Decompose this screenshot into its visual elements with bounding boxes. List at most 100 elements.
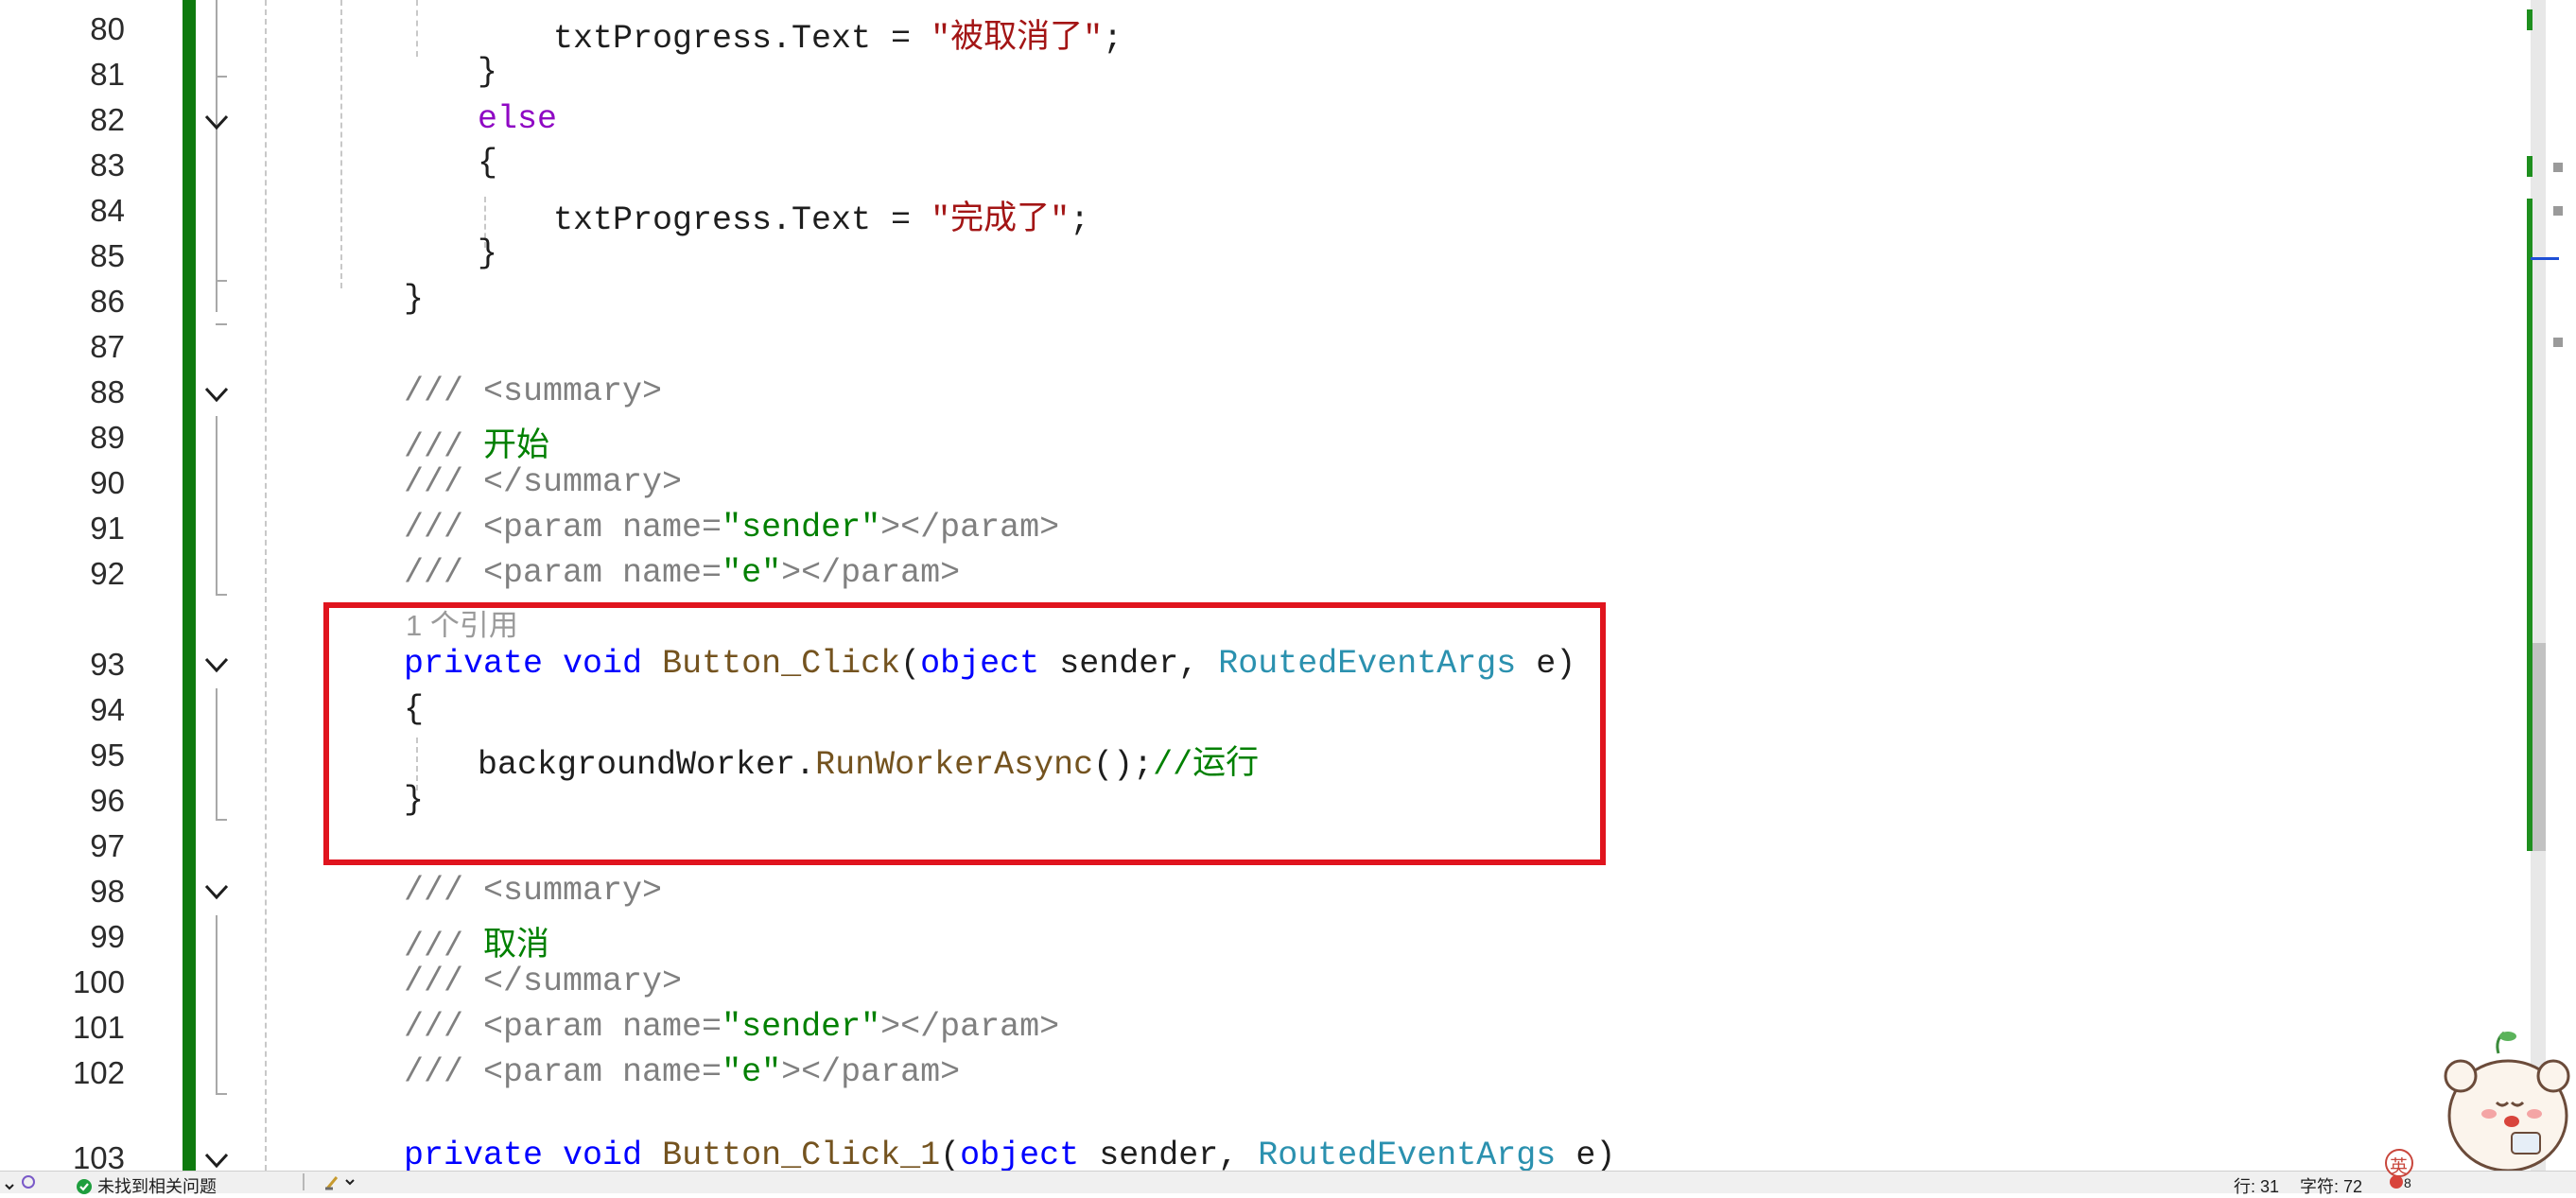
doc-comment-slashes: /// [404, 1008, 484, 1046]
overview-marker [2553, 163, 2563, 172]
overview-change-mark [2527, 9, 2532, 30]
fold-tick [216, 280, 227, 282]
code-line-86: } [404, 280, 425, 318]
fold-rail [216, 0, 218, 312]
code-line-80: txtProgress.Text = "被取消了"; [553, 9, 1123, 58]
doc-comment-slashes: /// [404, 963, 484, 1000]
code-line-91: /// <param name="sender"></param> [404, 509, 1059, 547]
overview-change-mark [2527, 156, 2532, 177]
line-number: 99 [90, 919, 125, 954]
xml-tag: <param name= [483, 1053, 722, 1091]
vertical-scrollbar[interactable] [2531, 0, 2546, 1171]
cursor-char[interactable]: 字符: 72 [2300, 1173, 2362, 1198]
xml-tag: <summary> [483, 872, 663, 910]
doc-comment-text: 取消 [483, 928, 550, 965]
line-number: 95 [90, 738, 125, 773]
code-punct: ; [1070, 201, 1090, 239]
param: sender, [1099, 1137, 1259, 1171]
line-number: 84 [90, 193, 125, 228]
fold-chevron-down-icon[interactable] [200, 109, 233, 137]
overview-caret-mark [2531, 257, 2559, 260]
line-number: 82 [90, 102, 125, 137]
change-indicator-bar [183, 0, 196, 1171]
code-line-89: /// 开始 [404, 418, 549, 466]
code-line-84: txtProgress.Text = "完成了"; [553, 191, 1089, 239]
mascot-sticker-image [2444, 1031, 2570, 1171]
code-line-103: private void Button_Click_1(object sende… [404, 1137, 1615, 1171]
doc-comment-slashes: /// [404, 428, 484, 466]
line-number: 89 [90, 420, 125, 455]
string-literal: "被取消了" [931, 20, 1104, 58]
code-text: txtProgress.Text = [553, 20, 931, 58]
overview-marker [2553, 338, 2563, 347]
cursor-line[interactable]: 行: 31 [2234, 1173, 2279, 1198]
code-line-88: /// <summary> [404, 373, 662, 410]
code-line-83: { [478, 144, 498, 182]
line-number: 80 [90, 11, 125, 46]
code-line-81: } [478, 53, 498, 91]
param: e) [1575, 1137, 1616, 1171]
line-number: 92 [90, 556, 125, 591]
xml-tag: ></param> [880, 509, 1060, 547]
type-name: RoutedEventArgs [1258, 1137, 1557, 1171]
keyword: private [404, 1137, 544, 1171]
status-bar: 未找到相关问题 行: 31 字符: 72 英 8 [0, 1149, 2576, 1196]
xml-tag: <summary> [483, 373, 663, 410]
line-number: 83 [90, 148, 125, 182]
method-name: Button_Click_1 [662, 1137, 941, 1171]
issues-indicator[interactable]: 未找到相关问题 [76, 1173, 217, 1198]
highlight-annotation-box [323, 602, 1606, 865]
doc-comment-slashes: /// [404, 509, 484, 547]
issues-text: 未找到相关问题 [97, 1177, 218, 1196]
xml-attr-value: "sender" [722, 1008, 881, 1046]
overview-change-mark [2527, 199, 2532, 851]
fold-tick [216, 76, 227, 78]
fold-tick [216, 819, 227, 821]
code-text: txtProgress.Text = [553, 201, 931, 239]
indent-guide [416, 0, 418, 57]
doc-comment-text: 开始 [483, 428, 550, 466]
scrollbar-thumb[interactable] [2532, 643, 2546, 851]
indent-guide [340, 0, 342, 288]
string-literal: "完成了" [931, 201, 1070, 239]
line-number: 102 [72, 1055, 125, 1090]
code-line-102: /// <param name="e"></param> [404, 1053, 960, 1091]
fold-chevron-down-icon[interactable] [200, 381, 233, 409]
status-separator [303, 1173, 305, 1190]
xml-attr-value: "e" [722, 1053, 782, 1091]
check-circle-icon [77, 1179, 92, 1194]
line-number: 81 [90, 57, 125, 92]
line-number: 91 [90, 511, 125, 546]
line-number: 87 [90, 329, 125, 364]
code-line-90: /// </summary> [404, 463, 682, 501]
code-line-99: /// 取消 [404, 917, 549, 965]
zoom-icon[interactable] [4, 1173, 45, 1190]
overview-marker [2553, 206, 2563, 216]
fold-tick [216, 323, 227, 325]
broom-icon [325, 1176, 355, 1190]
code-line-92: /// <param name="e"></param> [404, 554, 960, 592]
line-number: 85 [90, 238, 125, 273]
line-number: 103 [72, 1140, 125, 1171]
line-number: 94 [90, 692, 125, 727]
xml-tag: <param name= [483, 554, 722, 592]
line-number: 100 [72, 964, 125, 999]
fold-rail [216, 688, 218, 821]
line-number: 86 [90, 284, 125, 319]
line-number: 97 [90, 828, 125, 863]
line-number: 96 [90, 783, 125, 818]
code-editor[interactable]: 80 81 82 83 84 85 86 87 88 89 90 91 92 9… [0, 0, 2576, 1171]
keyword: object [960, 1137, 1080, 1171]
code-punct: ; [1103, 20, 1123, 58]
doc-comment-slashes: /// [404, 373, 484, 410]
fold-chevron-down-icon[interactable] [200, 1147, 233, 1171]
fold-rail [216, 915, 218, 1095]
code-line-85: } [478, 234, 498, 272]
xml-tag: </summary> [483, 963, 683, 1000]
fold-tick [216, 594, 227, 596]
code-line-82: else [478, 100, 558, 138]
bell-icon: 8 [2390, 1175, 2411, 1190]
fold-chevron-down-icon[interactable] [200, 651, 233, 680]
fold-chevron-down-icon[interactable] [200, 878, 233, 907]
xml-tag: ></param> [781, 1053, 961, 1091]
